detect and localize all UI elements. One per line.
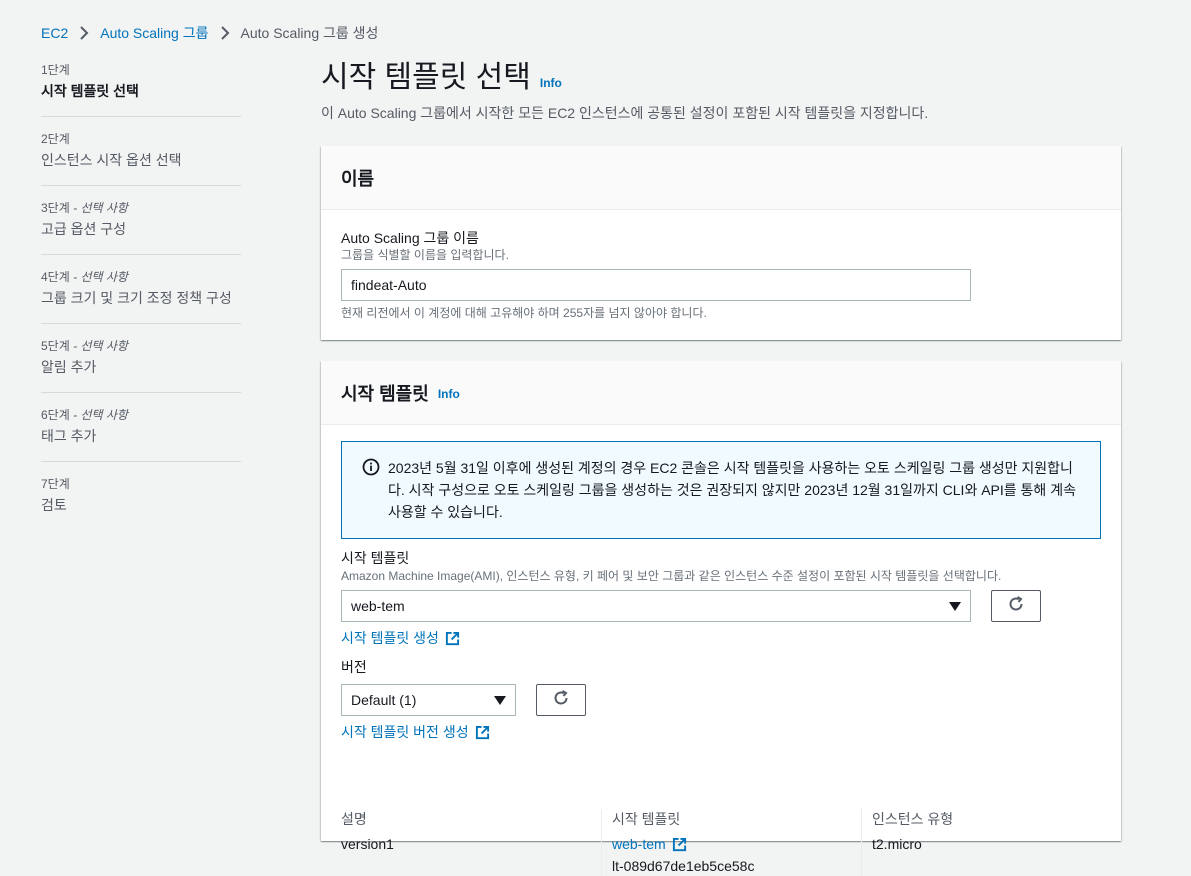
- step-optional: - 선택 사항: [73, 201, 128, 215]
- launch-template-panel-body: 2023년 5월 31일 이후에 생성된 계정의 경우 EC2 콘솔은 시작 템…: [321, 425, 1121, 876]
- version-label: 버전: [341, 659, 367, 675]
- step-7[interactable]: 7단계 검토: [41, 476, 241, 530]
- alert-text: 2023년 5월 31일 이후에 생성된 계정의 경우 EC2 콘솔은 시작 템…: [388, 460, 1076, 520]
- step-number: 6단계 - 선택 사항: [41, 408, 128, 422]
- step-title: 인스턴스 시작 옵션 선택: [41, 152, 182, 168]
- version-select[interactable]: Default (1): [341, 684, 516, 716]
- page-title: 시작 템플릿 선택: [321, 61, 531, 94]
- page-header: 시작 템플릿 선택 Info: [321, 58, 1121, 98]
- step-3[interactable]: 3단계 - 선택 사항 고급 옵션 구성: [41, 200, 241, 255]
- step-title: 알림 추가: [41, 359, 97, 375]
- external-link-icon: [445, 631, 460, 645]
- asg-name-input[interactable]: findeat-Auto: [341, 269, 971, 301]
- template-description: Amazon Machine Image(AMI), 인스턴스 유형, 키 페어…: [341, 569, 1002, 583]
- asg-name-label: Auto Scaling 그룹 이름: [341, 230, 479, 246]
- launch-template-panel-title: 시작 템플릿: [341, 383, 429, 404]
- summary-template-link-text: web-tem: [612, 836, 666, 852]
- step-optional: - 선택 사항: [73, 339, 128, 353]
- caret-down-icon: [949, 601, 961, 611]
- step-title: 시작 템플릿 선택: [41, 83, 139, 99]
- summary-instance-type: 인스턴스 유형 t2.micro: [861, 809, 1121, 876]
- launch-template-panel: 시작 템플릿 Info 2023년 5월 31일 이후에 생성된 계정의 경우 …: [321, 361, 1121, 876]
- version-field: 버전 Default (1) 시작 템플릿 버전 생성: [341, 658, 1101, 742]
- step-4[interactable]: 4단계 - 선택 사항 그룹 크기 및 크기 조정 정책 구성: [41, 269, 241, 324]
- summary-instance-type-label: 인스턴스 유형: [872, 811, 954, 827]
- step-title: 그룹 크기 및 크기 조정 정책 구성: [41, 290, 232, 306]
- template-select-row: web-tem: [341, 590, 1101, 622]
- main-content: 시작 템플릿 선택 Info 이 Auto Scaling 그룹에서 시작한 모…: [321, 58, 1121, 876]
- create-version-link[interactable]: 시작 템플릿 버전 생성: [341, 722, 490, 742]
- breadcrumb-current: Auto Scaling 그룹 생성: [240, 25, 379, 41]
- version-select-row: Default (1): [341, 684, 1101, 716]
- external-link-icon: [672, 837, 686, 851]
- info-circle-icon: [362, 458, 380, 476]
- step-number: 7단계: [41, 477, 70, 491]
- step-5[interactable]: 5단계 - 선택 사항 알림 추가: [41, 338, 241, 393]
- step-6[interactable]: 6단계 - 선택 사항 태그 추가: [41, 407, 241, 462]
- version-select-value: Default (1): [351, 692, 417, 708]
- summary-description-value: version1: [341, 836, 394, 852]
- summary-template-link[interactable]: web-tem: [612, 834, 861, 854]
- summary-template-id: lt-089d67de1eb5ce58c: [612, 858, 755, 874]
- template-select[interactable]: web-tem: [341, 590, 971, 622]
- name-panel-title: 이름: [341, 168, 375, 189]
- summary-template-label: 시작 템플릿: [612, 811, 681, 827]
- launch-template-info-link[interactable]: Info: [438, 387, 460, 401]
- wizard-steps: 1단계 시작 템플릿 선택 2단계 인스턴스 시작 옵션 선택 3단계 - 선택…: [41, 62, 241, 544]
- template-summary: 설명 version1 시작 템플릿 web-tem lt-089d67de1e…: [341, 809, 1121, 876]
- step-number: 4단계 - 선택 사항: [41, 270, 128, 284]
- template-label: 시작 템플릿: [341, 550, 410, 566]
- info-alert: 2023년 5월 31일 이후에 생성된 계정의 경우 EC2 콘솔은 시작 템…: [341, 441, 1101, 539]
- step-number: 1단계: [41, 63, 70, 77]
- chevron-right-icon: [214, 25, 236, 41]
- create-version-link-text: 시작 템플릿 버전 생성: [341, 724, 469, 740]
- template-field: 시작 템플릿 Amazon Machine Image(AMI), 인스턴스 유…: [341, 549, 1101, 648]
- external-link-icon: [475, 725, 489, 739]
- asg-name-description: 그룹을 식별할 이름을 입력합니다.: [341, 248, 509, 262]
- breadcrumb: EC2 Auto Scaling 그룹 Auto Scaling 그룹 생성: [41, 23, 378, 43]
- launch-template-panel-header: 시작 템플릿 Info: [321, 361, 1121, 425]
- name-panel-body: Auto Scaling 그룹 이름 그룹을 식별할 이름을 입력합니다. fi…: [321, 210, 1121, 321]
- step-2[interactable]: 2단계 인스턴스 시작 옵션 선택: [41, 131, 241, 186]
- create-template-link[interactable]: 시작 템플릿 생성: [341, 628, 460, 648]
- refresh-icon: [552, 689, 570, 712]
- summary-instance-type-value: t2.micro: [872, 836, 922, 852]
- summary-description-label: 설명: [341, 811, 367, 827]
- chevron-right-icon: [73, 25, 95, 41]
- refresh-icon: [1007, 595, 1025, 618]
- step-number: 2단계: [41, 132, 70, 146]
- caret-down-icon: [494, 695, 506, 705]
- breadcrumb-ec2[interactable]: EC2: [41, 25, 68, 41]
- step-number: 3단계 - 선택 사항: [41, 201, 128, 215]
- step-optional: - 선택 사항: [73, 408, 128, 422]
- info-link[interactable]: Info: [540, 76, 562, 90]
- refresh-templates-button[interactable]: [991, 590, 1041, 622]
- name-panel: 이름 Auto Scaling 그룹 이름 그룹을 식별할 이름을 입력합니다.…: [321, 146, 1121, 340]
- step-title: 검토: [41, 497, 67, 513]
- step-title: 고급 옵션 구성: [41, 221, 127, 237]
- asg-name-constraint: 현재 리전에서 이 계정에 대해 고유해야 하며 255자를 넘지 않아야 합니…: [341, 306, 707, 320]
- template-select-value: web-tem: [351, 598, 405, 614]
- summary-description: 설명 version1: [341, 809, 601, 876]
- refresh-versions-button[interactable]: [536, 684, 586, 716]
- step-number: 5단계 - 선택 사항: [41, 339, 128, 353]
- name-panel-header: 이름: [321, 146, 1121, 210]
- create-template-link-text: 시작 템플릿 생성: [341, 630, 439, 646]
- page-description: 이 Auto Scaling 그룹에서 시작한 모든 EC2 인스턴스에 공통된…: [321, 105, 929, 121]
- breadcrumb-auto-scaling-groups[interactable]: Auto Scaling 그룹: [100, 23, 208, 43]
- step-1: 1단계 시작 템플릿 선택: [41, 62, 241, 117]
- step-title: 태그 추가: [41, 428, 97, 444]
- step-optional: - 선택 사항: [73, 270, 128, 284]
- summary-template: 시작 템플릿 web-tem lt-089d67de1eb5ce58c: [601, 809, 861, 876]
